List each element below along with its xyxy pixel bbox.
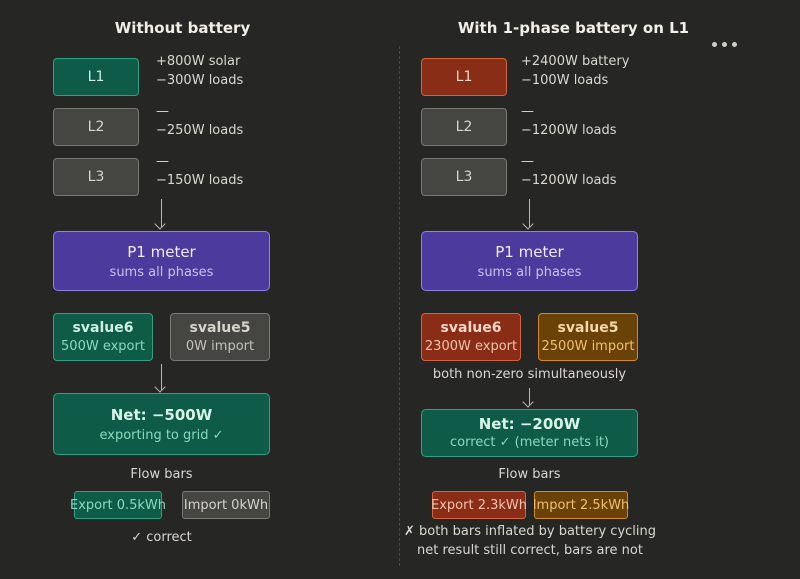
left-svalue6-name: svalue6 xyxy=(72,320,134,336)
left-phase-l1: L1 xyxy=(53,58,139,96)
right-net-subtitle: correct ✓ (meter nets it) xyxy=(449,435,609,450)
more-horizontal-icon[interactable] xyxy=(712,42,740,50)
left-arrow-to-meter xyxy=(161,199,162,227)
left-svalue5-value: 0W import xyxy=(185,339,255,354)
left-meter-subtitle: sums all phases xyxy=(109,265,214,280)
left-phase-l3: L3 xyxy=(53,158,139,196)
left-phase-l2-note2: −250W loads xyxy=(156,123,244,138)
right-arrow-to-net xyxy=(529,388,530,405)
left-phase-l2-note1: — xyxy=(156,104,169,119)
left-title: Without battery xyxy=(114,19,251,37)
left-arrow-to-net xyxy=(161,364,162,390)
left-meter-title: P1 meter xyxy=(127,243,196,261)
left-svalue5-name: svalue5 xyxy=(189,320,251,336)
left-svalue6-value: 500W export xyxy=(61,339,145,354)
left-net-subtitle: exporting to grid ✓ xyxy=(99,428,224,443)
right-phase-l3: L3 xyxy=(421,158,507,196)
right-svalue5-name: svalue5 xyxy=(557,320,619,336)
right-phase-l3-note2: −1200W loads xyxy=(521,173,617,188)
right-phase-l1: L1 xyxy=(421,58,507,96)
left-import-bar: Import 0kWh xyxy=(182,491,270,519)
right-svalue5-value: 2500W import xyxy=(541,339,635,354)
right-simultaneous-note: both non-zero simultaneously xyxy=(432,367,627,382)
right-svalue6-value: 2300W export xyxy=(424,339,518,354)
right-meter-title: P1 meter xyxy=(495,243,564,261)
right-verdict-line1: ✗ both bars inflated by battery cycling xyxy=(403,524,656,539)
left-phase-l3-note2: −150W loads xyxy=(156,173,244,188)
left-phase-l3-note1: — xyxy=(156,154,169,169)
right-phase-l1-note2: −100W loads xyxy=(521,73,609,88)
right-phase-l3-note1: — xyxy=(521,154,534,169)
left-svalue6: svalue6 500W export xyxy=(53,313,153,361)
right-phase-l2-note1: — xyxy=(521,104,534,119)
right-phase-l1-note1: +2400W battery xyxy=(521,54,630,69)
column-divider xyxy=(399,46,400,566)
right-svalue5: svalue5 2500W import xyxy=(538,313,638,361)
left-net-box: Net: −500W exporting to grid ✓ xyxy=(53,393,270,455)
left-phase-l1-note1: +800W solar xyxy=(156,54,241,69)
left-export-bar: Export 0.5kWh xyxy=(70,491,166,519)
right-p1-meter: P1 meter sums all phases xyxy=(421,231,638,291)
left-p1-meter: P1 meter sums all phases xyxy=(53,231,270,291)
right-meter-subtitle: sums all phases xyxy=(477,265,582,280)
left-verdict: ✓ correct xyxy=(131,530,192,545)
left-svalue5: svalue5 0W import xyxy=(170,313,270,361)
right-flow-bars-label: Flow bars xyxy=(498,467,561,482)
right-phase-l2-note2: −1200W loads xyxy=(521,123,617,138)
right-svalue6: svalue6 2300W export xyxy=(421,313,521,361)
left-phase-l2: L2 xyxy=(53,108,139,146)
right-verdict-line2: net result still correct, bars are not xyxy=(417,543,643,558)
right-arrow-to-meter xyxy=(529,199,530,227)
right-title: With 1-phase battery on L1 xyxy=(457,19,690,37)
right-net-box: Net: −200W correct ✓ (meter nets it) xyxy=(421,409,638,457)
left-net-title: Net: −500W xyxy=(110,406,213,424)
right-export-bar: Export 2.3kWh xyxy=(431,491,527,519)
left-flow-bars-label: Flow bars xyxy=(130,467,193,482)
right-svalue6-name: svalue6 xyxy=(440,320,502,336)
right-import-bar: Import 2.5kWh xyxy=(533,491,629,519)
left-phase-l1-note2: −300W loads xyxy=(156,73,244,88)
right-phase-l2: L2 xyxy=(421,108,507,146)
right-net-title: Net: −200W xyxy=(478,415,581,433)
